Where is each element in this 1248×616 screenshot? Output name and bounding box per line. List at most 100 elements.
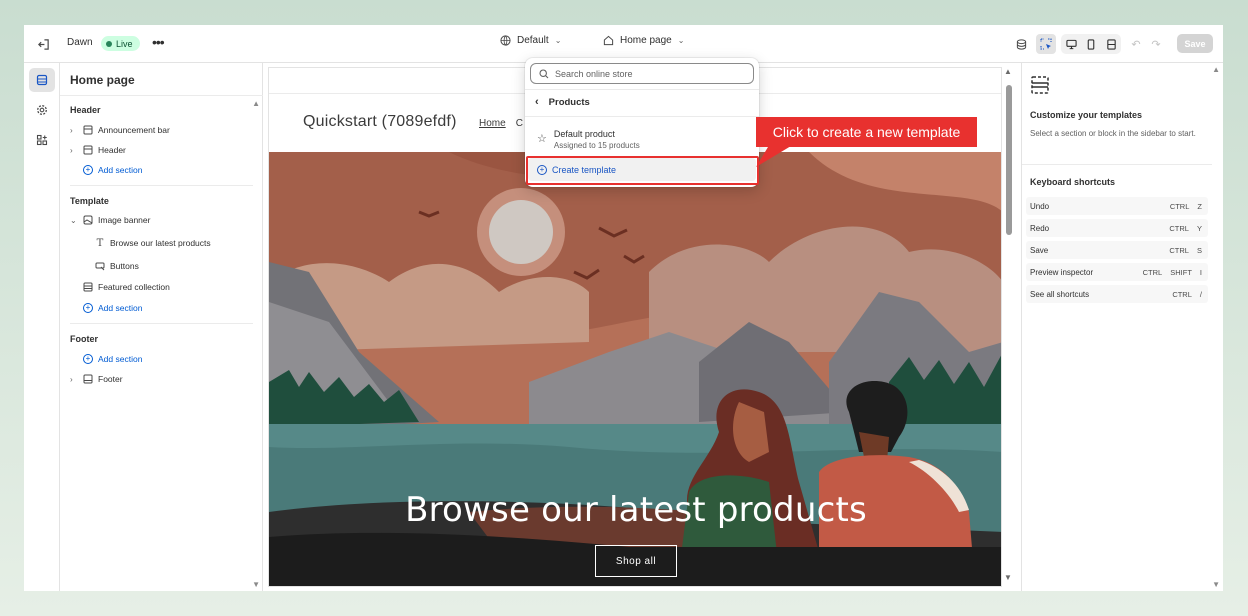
inspector-toggle[interactable] <box>1036 34 1056 54</box>
scrollbar-thumb[interactable] <box>1006 85 1012 235</box>
undo-icon: ↶ <box>1131 38 1141 51</box>
shortcut-label: Preview inspector <box>1030 267 1094 277</box>
shortcut-key: CTRL <box>1169 245 1189 255</box>
shortcut-row[interactable]: See all shortcuts CTRL / <box>1026 285 1208 303</box>
sidebar-item-announcement-bar[interactable]: › Announcement bar <box>70 125 170 135</box>
create-template-label: Create template <box>552 164 617 175</box>
create-template-button[interactable]: + Create template <box>528 158 756 181</box>
shortcut-key: CTRL <box>1142 267 1163 277</box>
home-icon <box>603 35 614 46</box>
sidebar-item-footer[interactable]: › Footer <box>70 374 123 384</box>
more-actions-button[interactable]: ••• <box>152 34 165 50</box>
database-icon <box>1016 38 1026 50</box>
settings-panel: ▲ Customize your templates Select a sect… <box>1021 63 1223 591</box>
save-button[interactable]: Save <box>1177 34 1213 53</box>
plus-circle-icon: + <box>83 303 93 313</box>
globe-icon <box>500 35 511 46</box>
shortcuts-title: Keyboard shortcuts <box>1030 177 1116 187</box>
sidebar-item-header[interactable]: › Header <box>70 145 126 155</box>
desktop-icon <box>1065 39 1077 49</box>
button-icon <box>95 261 105 271</box>
dropdown-divider <box>525 89 759 90</box>
template-title: Default product <box>553 129 615 139</box>
add-section-header[interactable]: + Add section <box>83 165 142 175</box>
live-badge: Live <box>101 36 140 51</box>
section-icon <box>83 125 93 135</box>
footer-section-icon <box>83 374 93 384</box>
shortcut-key: I <box>1199 267 1202 277</box>
sidebar-item-image-banner[interactable]: ⌄ Image banner <box>70 215 150 225</box>
plus-circle-icon: + <box>537 164 547 175</box>
exit-icon <box>37 38 49 50</box>
scroll-down-icon[interactable]: ▼ <box>1212 580 1220 589</box>
add-section-label: Add section <box>98 354 143 364</box>
theme-editor: Dawn Live ••• Default ⌄ Home page ⌄ ↶ ↷ … <box>24 25 1223 591</box>
sidebar-item-browse-text[interactable]: T Browse our latest products <box>95 238 211 249</box>
nav-catalog-link[interactable]: C <box>516 118 523 129</box>
preview-scrollbar[interactable]: ▲ ▼ <box>1004 67 1014 587</box>
add-section-template[interactable]: + Add section <box>83 303 142 313</box>
shop-all-button[interactable]: Shop all <box>595 545 677 577</box>
sidebar-item-buttons[interactable]: Buttons <box>95 261 139 271</box>
dropdown-divider <box>525 116 759 117</box>
desktop-view-button[interactable] <box>1061 34 1081 54</box>
scroll-down-icon[interactable]: ▼ <box>1004 573 1012 582</box>
theme-settings-tab[interactable] <box>29 98 55 122</box>
scroll-up-icon[interactable]: ▲ <box>1212 65 1220 74</box>
add-section-footer[interactable]: + Add section <box>83 354 142 364</box>
live-dot-icon <box>106 40 112 47</box>
sections-sidebar: Home page ▲ Header › Announcement bar › … <box>60 63 263 591</box>
theme-selector[interactable]: Default ⌄ <box>500 35 561 46</box>
sidebar-item-label: Announcement bar <box>98 125 170 135</box>
nav-home-link[interactable]: Home <box>479 118 506 129</box>
search-placeholder: Search online store <box>555 68 633 79</box>
sidebar-item-featured-collection[interactable]: Featured collection <box>83 282 170 292</box>
scroll-up-icon[interactable]: ▲ <box>252 99 260 108</box>
theme-name: Dawn <box>67 37 93 48</box>
section-icon <box>83 145 93 155</box>
shortcut-key: S <box>1196 245 1202 255</box>
undo-button[interactable]: ↶ <box>1126 34 1146 54</box>
annotation-callout: Click to create a new template <box>756 117 977 147</box>
chevron-down-icon: ⌄ <box>554 36 562 45</box>
panel-title: Customize your templates <box>1030 110 1143 120</box>
default-product-template[interactable]: ☆ Default product Assigned to 15 product… <box>537 129 640 150</box>
select-cursor-icon <box>1040 38 1052 50</box>
back-label: Products <box>548 96 590 108</box>
shortcut-label: Undo <box>1030 201 1050 211</box>
scroll-down-icon[interactable]: ▼ <box>252 580 260 589</box>
chevron-down-icon: ⌄ <box>70 215 77 225</box>
live-label: Live <box>116 38 133 49</box>
app-embeds-button[interactable] <box>1011 34 1031 54</box>
scroll-up-icon[interactable]: ▲ <box>1004 67 1012 76</box>
section-group-template: Template <box>70 196 109 206</box>
redo-button[interactable]: ↷ <box>1146 34 1166 54</box>
fullscreen-view-button[interactable] <box>1101 34 1121 54</box>
store-title[interactable]: Quickstart (7089efdf) <box>303 113 457 131</box>
shortcut-key: Z <box>1197 201 1202 211</box>
banner-heading[interactable]: Browse our latest products <box>269 490 1001 530</box>
collection-icon <box>83 282 93 292</box>
shortcut-key: CTRL <box>1169 201 1190 211</box>
sidebar-item-label: Image banner <box>98 215 151 225</box>
shortcut-label: See all shortcuts <box>1030 289 1090 299</box>
sidebar-divider <box>60 95 263 96</box>
page-selector[interactable]: Home page ⌄ <box>603 35 684 46</box>
theme-selector-label: Default <box>517 35 549 46</box>
search-online-store-input[interactable]: Search online store <box>530 63 754 84</box>
image-banner[interactable]: Browse our latest products Shop all <box>269 152 1001 586</box>
section-group-header: Header <box>70 105 101 115</box>
app-embeds-tab[interactable] <box>29 128 55 152</box>
star-icon: ☆ <box>537 133 547 145</box>
store-nav: Home C <box>479 118 523 129</box>
plus-circle-icon: + <box>83 354 93 364</box>
panel-divider <box>1022 164 1212 165</box>
mobile-view-button[interactable] <box>1081 34 1101 54</box>
shortcut-row: Save CTRL S <box>1026 241 1208 259</box>
sidebar-item-label: Featured collection <box>98 282 170 292</box>
sections-tab[interactable] <box>29 68 55 92</box>
shortcut-key: CTRL <box>1169 223 1189 233</box>
back-to-products-button[interactable]: ‹ Products <box>535 96 590 108</box>
sidebar-item-label: Header <box>98 145 126 155</box>
exit-button[interactable] <box>34 35 52 53</box>
